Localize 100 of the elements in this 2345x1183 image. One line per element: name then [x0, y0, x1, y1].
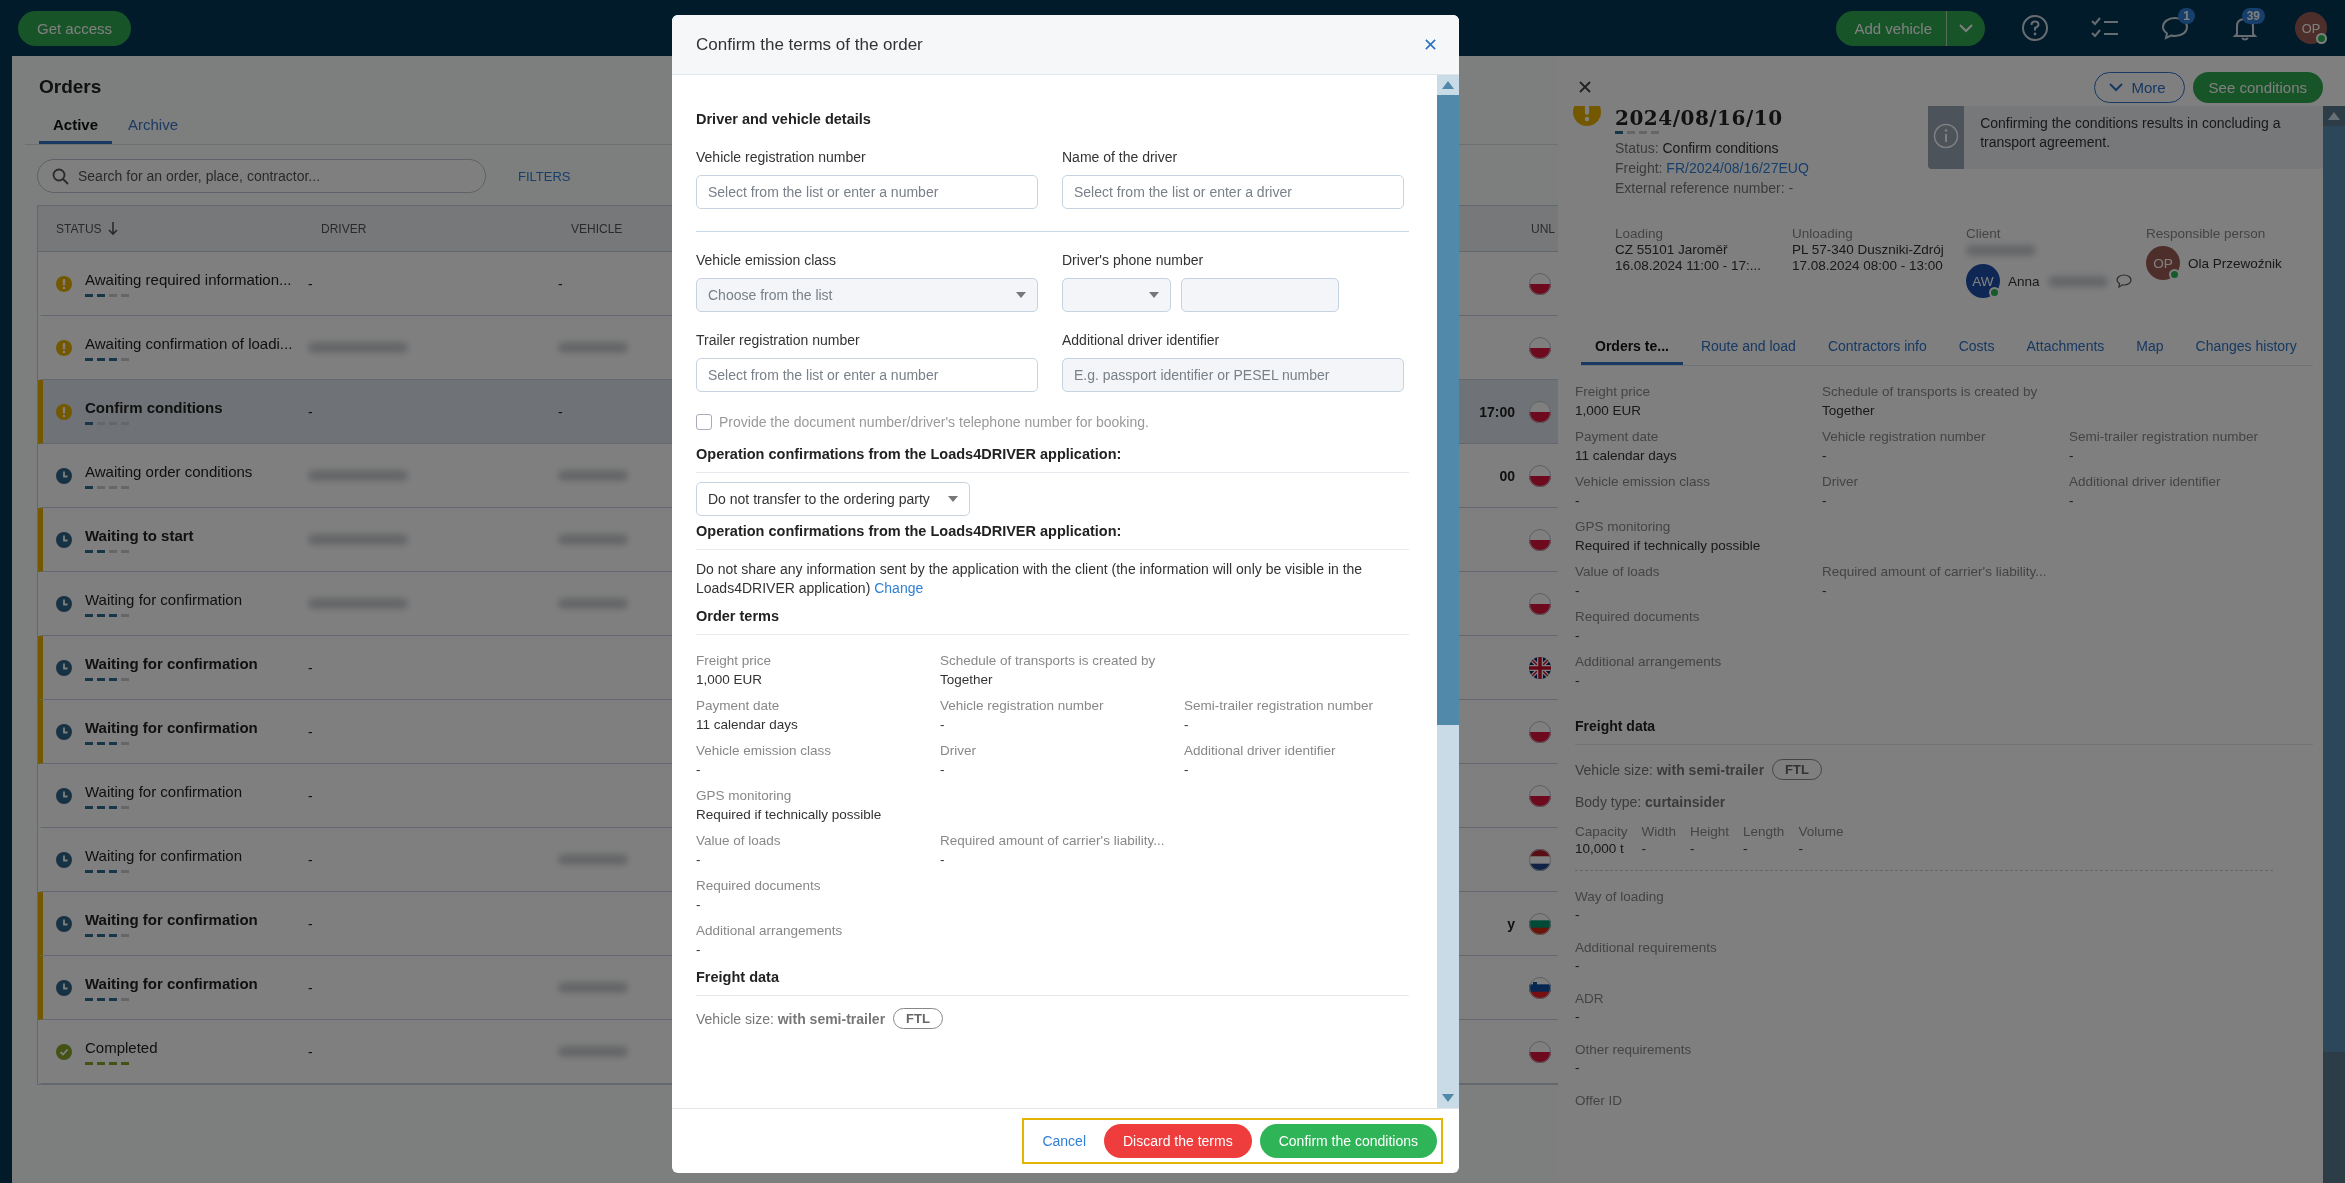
field-value: 1,000 EUR	[1575, 403, 1643, 418]
filters-button[interactable]: FILTERS	[518, 168, 571, 184]
warning-icon	[56, 275, 72, 292]
scroll-up-icon[interactable]	[1442, 81, 1454, 89]
blurred-text	[1966, 245, 2036, 256]
checklist-icon[interactable]	[2090, 16, 2120, 40]
field-value: Required if technically possible	[696, 807, 883, 822]
tab[interactable]: Route and load	[1686, 332, 1810, 365]
field-label: Schedule of transports is created by	[1822, 384, 2039, 399]
text-field[interactable]: Select from the list or enter a number	[696, 175, 1038, 209]
tab[interactable]: Contractors info	[1813, 332, 1941, 365]
page-title: Orders	[39, 76, 102, 98]
help-icon[interactable]	[2021, 14, 2049, 42]
field-label: Offer ID	[1575, 1093, 1623, 1108]
check-icon	[56, 1043, 72, 1060]
field-label: Semi-trailer registration number	[1184, 698, 1375, 713]
get-access-button[interactable]: Get access	[18, 10, 132, 46]
field-value: 10,000 t	[1575, 841, 1625, 856]
column-header[interactable]: STATUS	[56, 221, 102, 236]
close-button[interactable]	[1578, 80, 1592, 94]
user-avatar[interactable]: OP	[2295, 12, 2327, 44]
tab[interactable]: Archive	[114, 110, 193, 144]
field-value: -	[1690, 841, 1696, 856]
field-value: -	[1575, 583, 1581, 598]
column-header[interactable]: UNL	[1531, 221, 1555, 236]
caret-icon	[1016, 292, 1026, 298]
scroll-down-icon[interactable]	[1442, 1094, 1454, 1102]
status-text[interactable]: Waiting for confirmation	[85, 654, 258, 672]
change-link[interactable]: Change	[874, 580, 924, 596]
add-vehicle-split-button[interactable]: Add vehicle	[1836, 10, 1985, 46]
field-label: Vehicle emission class	[1575, 474, 1712, 489]
field-label: Vehicle registration number	[1822, 429, 1987, 444]
search-field[interactable]: Search for an order, place, contractor...	[37, 159, 486, 193]
confirm-button[interactable]: Confirm the conditions	[1259, 1124, 1437, 1158]
column-header[interactable]: VEHICLE	[571, 221, 623, 236]
status-text[interactable]: Waiting for confirmation	[85, 910, 258, 928]
text-field[interactable]: Select from the list or enter a driver	[1062, 175, 1404, 209]
text-field[interactable]: Select from the list or enter a number	[696, 358, 1038, 392]
flag-icon	[1529, 912, 1551, 935]
status-text[interactable]: Awaiting required information...	[85, 270, 292, 288]
close-icon	[1424, 38, 1437, 51]
scroll-up-icon[interactable]	[2328, 112, 2340, 120]
notification-badge: 39	[2241, 8, 2265, 24]
status-text[interactable]: Confirm conditions	[85, 398, 223, 416]
status-text[interactable]: Waiting for confirmation	[85, 782, 242, 800]
tab[interactable]: Changes history	[2181, 332, 2311, 365]
status-text[interactable]: Completed	[85, 1038, 158, 1056]
table-cell: -	[558, 403, 563, 420]
field-label: Volume	[1798, 824, 1844, 839]
tab[interactable]: Costs	[1944, 332, 2009, 365]
more-button[interactable]: More	[2094, 71, 2185, 103]
field-label: Payment date	[696, 698, 781, 713]
status-text[interactable]: Waiting for confirmation	[85, 846, 242, 864]
close-button[interactable]	[1424, 38, 1437, 51]
notification-badge: 1	[2178, 8, 2195, 24]
scrollbar[interactable]	[2323, 106, 2345, 1183]
tab[interactable]: Map	[2122, 332, 2178, 365]
user-avatar: OP	[2146, 246, 2180, 280]
tab[interactable]: Active	[39, 110, 113, 144]
add-vehicle-button[interactable]: Add vehicle	[1836, 10, 1947, 46]
status-text[interactable]: Awaiting confirmation of loadi...	[85, 334, 293, 352]
freight-link[interactable]: FR/2024/08/16/27EUQ	[1666, 160, 1809, 176]
status-text[interactable]: Waiting for confirmation	[85, 718, 258, 736]
field-value: -	[1184, 717, 1190, 732]
column-header[interactable]: DRIVER	[321, 221, 367, 236]
cancel-button[interactable]: Cancel	[1042, 1133, 1086, 1149]
see-conditions-button[interactable]: See conditions	[2192, 71, 2323, 103]
scrollbar[interactable]	[1437, 75, 1459, 1108]
discard-button[interactable]: Discard the terms	[1104, 1124, 1252, 1158]
warning-icon	[56, 339, 72, 356]
flag-icon	[1529, 784, 1551, 807]
field-value: -	[940, 852, 946, 867]
section-heading: Freight data	[696, 969, 1409, 996]
field-label: Payment date	[1575, 429, 1660, 444]
field-label: Value of loads	[1575, 564, 1661, 579]
field-label: Driver	[1822, 474, 1859, 489]
field-value: Together	[1822, 403, 1876, 418]
tab[interactable]: Orders te...	[1581, 332, 1683, 365]
field-value: -	[696, 942, 702, 957]
table-cell: y	[1507, 915, 1515, 932]
field-label: Additional driver identifier	[2069, 474, 2222, 489]
field-value: -	[1575, 493, 1581, 508]
status-text[interactable]: Waiting to start	[85, 526, 194, 544]
section-heading: Operation confirmations from the Loads4DRIVER application:	[696, 523, 1409, 550]
field-value: -	[1575, 628, 1581, 643]
field-label: Freight price	[696, 653, 773, 668]
info-icon	[1933, 122, 1960, 149]
clock-icon	[56, 851, 72, 868]
tab[interactable]: Attachments	[2012, 332, 2119, 365]
dropdown-field[interactable]: Do not transfer to the ordering party	[696, 482, 970, 516]
field-label: GPS monitoring	[696, 788, 793, 803]
field-label: Additional arrangements	[1575, 654, 1723, 669]
field-value: Together	[940, 672, 994, 687]
status-text[interactable]: Waiting for confirmation	[85, 590, 242, 608]
warning-icon	[1573, 106, 1601, 126]
status-text[interactable]: Awaiting order conditions	[85, 462, 253, 480]
status-text[interactable]: Waiting for confirmation	[85, 974, 258, 992]
close-icon	[1578, 80, 1592, 94]
field-value: 16.08.2024 11:00 - 17:...	[1615, 258, 1763, 273]
comment-icon[interactable]	[2115, 274, 2132, 288]
